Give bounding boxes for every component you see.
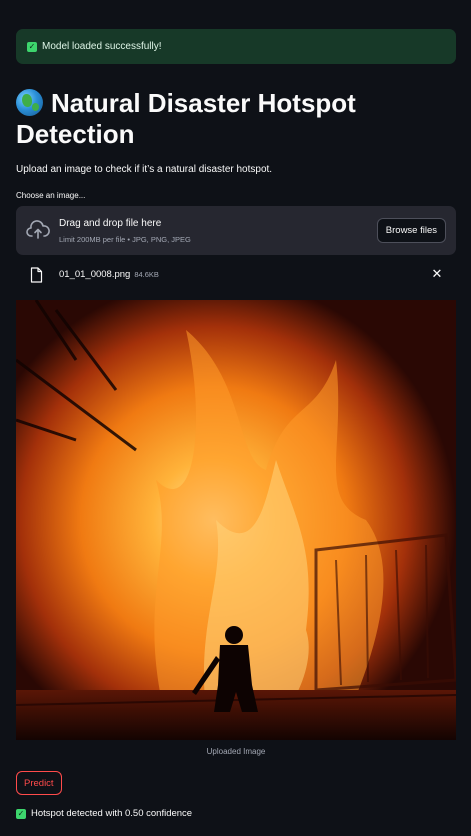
file-icon bbox=[30, 267, 43, 283]
browse-files-button[interactable]: Browse files bbox=[376, 218, 446, 243]
file-size: 84.6KB bbox=[134, 270, 159, 279]
check-icon: ✓ bbox=[27, 41, 37, 52]
success-text: Model loaded successfully! bbox=[42, 41, 162, 52]
uploaded-file-row: 01_01_0008.png 84.6KB ✕ bbox=[16, 263, 456, 287]
uploaded-image bbox=[16, 300, 456, 740]
cloud-upload-icon bbox=[26, 220, 50, 239]
intro-text: Upload an image to check if it’s a natur… bbox=[16, 164, 273, 175]
result-text: Hotspot detected with 0.50 confidence bbox=[31, 808, 193, 819]
page-title: Natural Disaster Hotspot Detection bbox=[16, 88, 456, 150]
globe-icon bbox=[16, 89, 43, 116]
file-name-line: 01_01_0008.png 84.6KB bbox=[59, 269, 159, 280]
dropzone-title: Drag and drop file here bbox=[59, 218, 162, 229]
dropzone-limit: Limit 200MB per file • JPG, PNG, JPEG bbox=[59, 235, 191, 244]
prediction-result: ✓ Hotspot detected with 0.50 confidence bbox=[16, 808, 192, 819]
success-alert: ✓ Model loaded successfully! bbox=[16, 29, 456, 64]
file-dropzone[interactable]: Drag and drop file here Limit 200MB per … bbox=[16, 206, 456, 255]
image-caption: Uploaded Image bbox=[206, 747, 266, 756]
check-icon: ✓ bbox=[16, 808, 26, 819]
remove-file-button[interactable]: ✕ bbox=[430, 267, 444, 281]
file-name: 01_01_0008.png bbox=[59, 269, 131, 280]
uploader-label: Choose an image... bbox=[16, 191, 86, 200]
page-title-text: Natural Disaster Hotspot Detection bbox=[16, 88, 356, 149]
fire-photo bbox=[16, 300, 456, 740]
close-icon: ✕ bbox=[431, 266, 443, 281]
predict-button[interactable]: Predict bbox=[16, 771, 62, 795]
